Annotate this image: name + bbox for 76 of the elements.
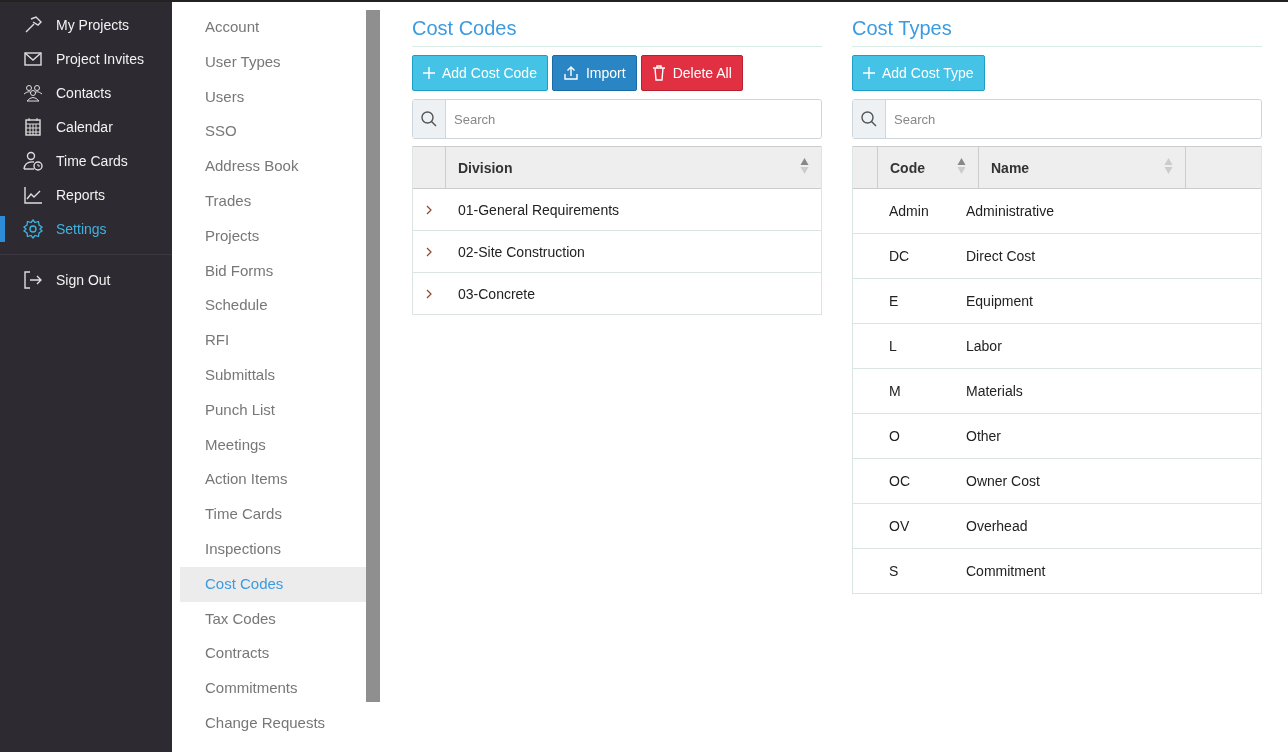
settings-menu-item[interactable]: Schedule xyxy=(180,288,366,324)
sort-icon[interactable] xyxy=(957,157,966,175)
nav-item[interactable]: Project Invites xyxy=(0,42,172,76)
calendar-icon xyxy=(22,116,44,138)
settings-menu-item[interactable]: Commitments xyxy=(180,671,366,706)
scrollbar[interactable] xyxy=(366,10,380,702)
search-field[interactable]: Search xyxy=(412,99,822,139)
column-header[interactable]: Name xyxy=(978,147,1185,188)
settings-icon xyxy=(22,218,44,240)
settings-menu-item[interactable]: Trades xyxy=(180,184,366,219)
sort-icon[interactable] xyxy=(800,157,809,175)
plus-icon xyxy=(423,67,435,79)
table-cell-text: DC xyxy=(888,248,911,264)
nav-item[interactable]: Sign Out xyxy=(0,263,172,297)
nav-item[interactable]: Time Cards xyxy=(0,144,172,178)
nav-item[interactable]: Contacts xyxy=(0,76,172,110)
column-header[interactable]: Code xyxy=(877,147,978,188)
settings-menu-item[interactable]: Time Cards xyxy=(180,497,366,532)
upload-icon xyxy=(562,65,579,81)
settings-menu-item[interactable]: User Types xyxy=(180,44,366,80)
table-cell-text: O xyxy=(888,428,901,444)
table-cell-text: OV xyxy=(888,518,911,534)
panel-title: Cost Codes xyxy=(412,12,822,47)
table-cell-text: OC xyxy=(888,473,911,489)
panel-title: Cost Types xyxy=(852,12,1262,47)
line-chart-icon xyxy=(22,184,44,206)
nav-item[interactable]: Calendar xyxy=(0,110,172,144)
settings-menu-item[interactable]: Submittals xyxy=(180,357,366,393)
nav-item[interactable]: My Projects xyxy=(0,8,172,42)
table-cell: Labor xyxy=(966,338,1002,354)
search-field[interactable]: Search xyxy=(852,99,1262,139)
settings-menu-item[interactable]: Action Items xyxy=(180,462,366,498)
table-cell-text: S xyxy=(888,563,900,579)
table-cell: Owner Cost xyxy=(966,473,1040,489)
settings-menu-item[interactable]: Inspections xyxy=(180,531,366,567)
settings-menu-item[interactable]: Account xyxy=(180,10,366,45)
search-icon xyxy=(420,110,438,128)
plus-icon xyxy=(863,67,875,79)
settings-menu-item[interactable]: Projects xyxy=(180,218,366,254)
table-cell-text: E xyxy=(888,293,900,309)
table-cell: Commitment xyxy=(966,563,1046,579)
table-cell-text: M xyxy=(888,383,902,399)
trash-icon xyxy=(651,65,666,81)
settings-menu-item[interactable]: RFI xyxy=(180,323,366,358)
table-cell: 01-General Requirements xyxy=(458,201,620,218)
settings-menu-item[interactable]: SSO xyxy=(180,114,366,150)
table-cell: Overhead xyxy=(966,518,1028,534)
people-icon xyxy=(22,82,44,104)
settings-menu-item[interactable]: Change Requests xyxy=(180,705,366,741)
nav-item[interactable]: Settings xyxy=(0,212,172,246)
settings-menu-item[interactable]: Meetings xyxy=(180,427,366,463)
table-cell-text: Admin xyxy=(888,203,930,219)
settings-menu-item[interactable]: Contracts xyxy=(180,636,366,672)
table-cell-text: L xyxy=(888,338,898,354)
table-cell: Other xyxy=(966,428,1001,444)
settings-menu-item[interactable]: Cost Codes xyxy=(180,566,366,602)
search-icon xyxy=(860,110,878,128)
chevron-right-icon[interactable] xyxy=(425,203,433,216)
delete-button[interactable]: Delete All xyxy=(640,55,743,91)
settings-menu-item[interactable]: Punch List xyxy=(180,392,366,428)
nav-item[interactable]: Reports xyxy=(0,178,172,212)
import-button[interactable]: Import xyxy=(551,55,637,91)
person-clock-icon xyxy=(22,150,44,172)
table-cell: Materials xyxy=(966,383,1023,399)
table-cell: 03-Concrete xyxy=(458,285,536,302)
chevron-right-icon[interactable] xyxy=(425,287,433,300)
settings-menu-item[interactable]: Bid Forms xyxy=(180,253,366,289)
table-cell: 02-Site Construction xyxy=(458,243,585,260)
table-cell: Equipment xyxy=(966,293,1033,309)
table-cell: Direct Cost xyxy=(966,248,1036,264)
settings-menu-item[interactable]: Tax Codes xyxy=(180,601,366,637)
settings-menu-item[interactable]: Users xyxy=(180,79,366,115)
settings-menu-item[interactable]: Address Book xyxy=(180,149,366,184)
table-cell: Administrative xyxy=(966,203,1054,219)
sign-out-icon xyxy=(22,269,44,291)
chevron-right-icon[interactable] xyxy=(425,245,433,258)
